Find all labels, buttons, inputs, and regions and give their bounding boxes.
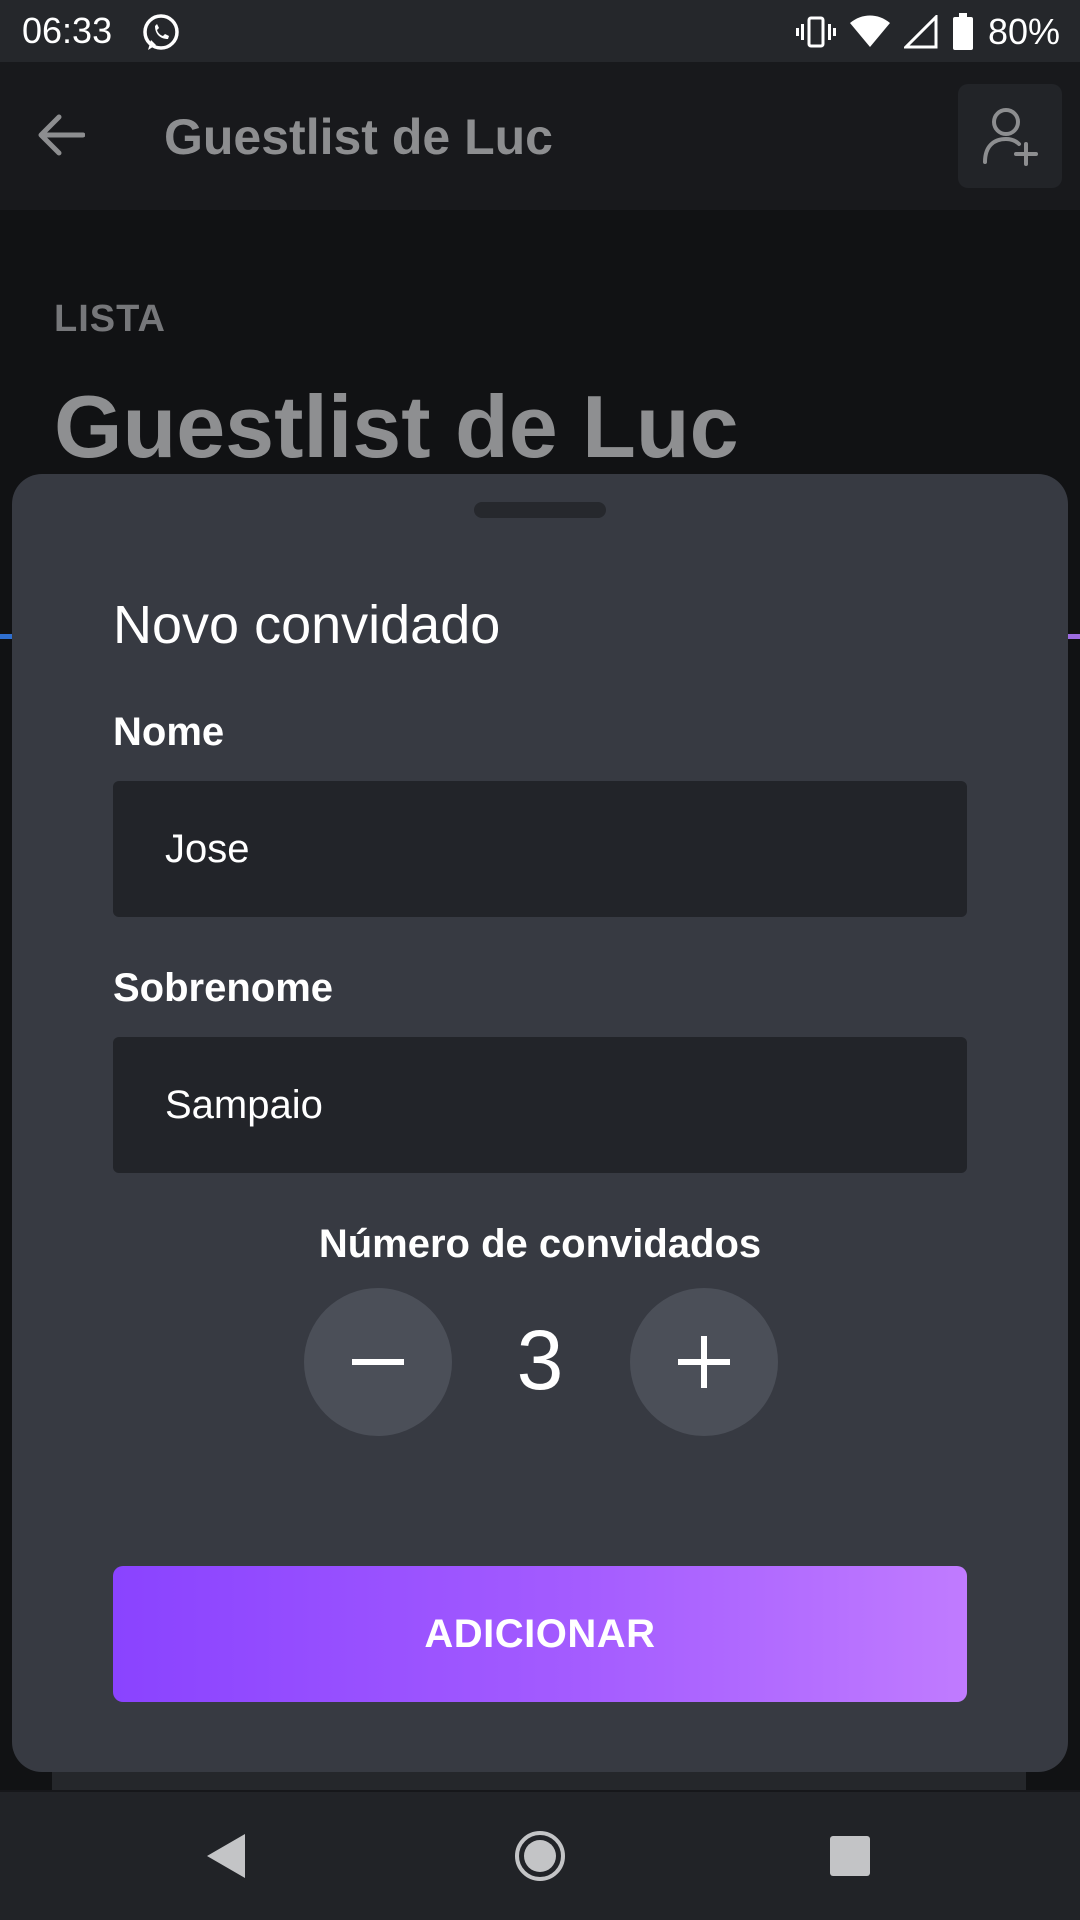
increment-button[interactable] — [630, 1288, 778, 1436]
minus-icon — [352, 1359, 404, 1365]
status-time: 06:33 — [22, 10, 113, 51]
decrement-button[interactable] — [304, 1288, 452, 1436]
first-name-field[interactable] — [113, 781, 967, 917]
nav-home-icon — [515, 1831, 565, 1881]
nav-recents-icon — [830, 1836, 870, 1876]
plus-icon — [678, 1336, 730, 1388]
add-person-icon — [983, 108, 1038, 166]
vibrate-icon — [795, 16, 836, 48]
sheet-drag-handle[interactable] — [474, 502, 606, 518]
navigation-bar — [0, 1792, 1080, 1920]
status-bar: 06:33 80% — [0, 0, 1080, 62]
guest-count-value: 3 — [516, 1313, 564, 1407]
new-guest-sheet: Novo convidado Nome Sobrenome Número de … — [12, 474, 1068, 1772]
app-bar: Guestlist de Luc — [0, 62, 1080, 210]
back-arrow-icon — [38, 114, 85, 156]
list-title: Guestlist de Luc — [54, 377, 739, 476]
nav-home-button[interactable] — [510, 1826, 570, 1886]
add-guest-button[interactable] — [958, 84, 1062, 188]
nav-back-button[interactable] — [196, 1826, 256, 1886]
battery-icon — [952, 13, 973, 50]
nav-recents-button[interactable] — [820, 1826, 880, 1886]
whatsapp-icon — [143, 14, 179, 50]
sheet-title: Novo convidado — [113, 595, 501, 655]
accent-line-right — [1066, 634, 1080, 639]
nav-back-icon — [207, 1834, 245, 1878]
status-icons: 80% — [795, 10, 1060, 54]
add-button[interactable]: ADICIONAR — [113, 1566, 967, 1702]
section-label: LISTA — [54, 298, 166, 340]
app-bar-title: Guestlist de Luc — [164, 109, 553, 165]
wifi-icon — [849, 15, 890, 47]
back-button[interactable] — [28, 102, 94, 168]
last-name-label: Sobrenome — [113, 966, 334, 1010]
first-name-label: Nome — [113, 710, 225, 754]
battery-percent: 80% — [987, 11, 1060, 52]
last-name-field[interactable] — [113, 1037, 967, 1173]
guest-count-label: Número de convidados — [318, 1222, 762, 1266]
signal-icon — [903, 15, 938, 49]
